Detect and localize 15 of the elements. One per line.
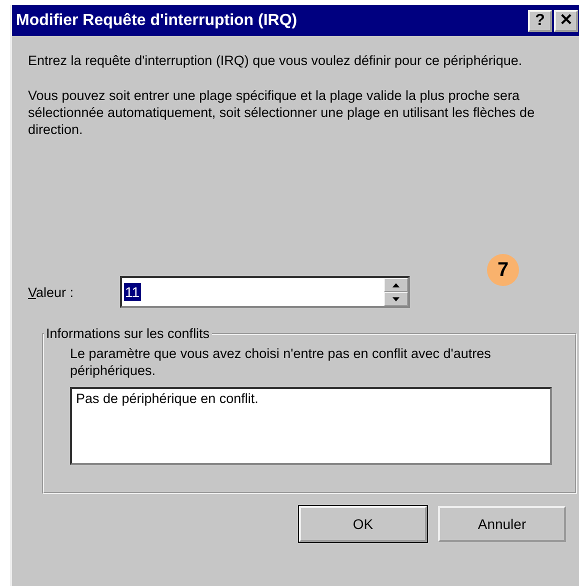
- ok-button[interactable]: OK: [299, 506, 427, 542]
- window-title: Modifier Requête d'interruption (IRQ): [16, 12, 298, 30]
- cancel-button[interactable]: Annuler: [438, 506, 566, 542]
- group-title: Informations sur les conflits: [45, 326, 211, 341]
- instruction-text: Entrez la requête d'interruption (IRQ) que vous voulez définir pour ce périphérique.: [28, 52, 524, 69]
- value-label: Valeur :: [28, 284, 75, 300]
- conflict-list-text: Pas de périphérique en conflit.: [76, 391, 258, 406]
- instruction-text: Vous pouvez soit entrer une plage spécifique et la plage valide la plus proche sera sélectionnée automatiquement, soit sélectionner une plage en utilisant les flèches de direction.: [28, 87, 536, 138]
- close-button[interactable]: ✕: [554, 10, 578, 32]
- spin-up-icon[interactable]: [384, 278, 408, 292]
- spin-down-icon[interactable]: [384, 292, 408, 306]
- conflict-message: Le paramètre que vous avez choisi n'entre pas en conflit avec d'autres périphériques.: [70, 345, 492, 379]
- callout-badge: 7: [487, 254, 519, 286]
- help-button[interactable]: ?: [528, 10, 552, 32]
- value-spin-field[interactable]: 11: [120, 276, 410, 308]
